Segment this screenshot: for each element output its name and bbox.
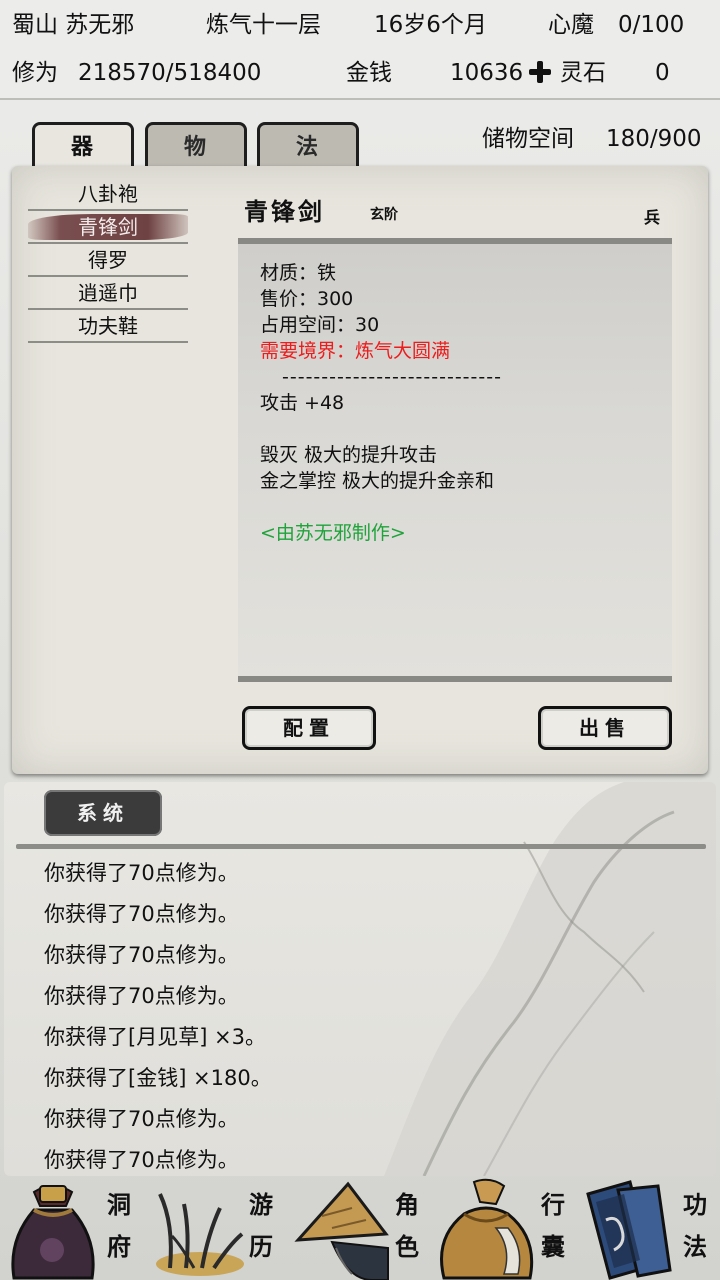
- nav-cave-residence[interactable]: 洞府: [0, 1178, 144, 1280]
- nav-inventory[interactable]: 行囊: [432, 1178, 576, 1280]
- nav-label: 游历: [249, 1190, 273, 1261]
- log-entry: 你获得了[金钱] ×180。: [44, 1066, 272, 1090]
- item-detail-box: 材质：铁 售价：300 占用空间：30 需要境界：炼气大圆满 ---------…: [238, 238, 672, 682]
- spirit-stone-icon: [529, 58, 551, 88]
- divider: ----------------------------: [282, 366, 502, 388]
- item-effect: 金之掌控 极大的提升金亲和: [260, 470, 495, 492]
- item-maker: <由苏无邪制作>: [260, 522, 406, 544]
- player-age: 16岁6个月: [374, 12, 487, 38]
- log-entry: 你获得了70点修为。: [44, 902, 239, 926]
- equip-button[interactable]: 配置: [242, 706, 376, 750]
- cultivation-label: 修为: [12, 60, 58, 86]
- money-value: 10636: [450, 60, 524, 86]
- item-space: 占用空间：30: [260, 314, 380, 336]
- item-grade: 玄阶: [370, 207, 398, 223]
- log-entry: 你获得了[月见草] ×3。: [44, 1025, 267, 1049]
- tab-system[interactable]: 系统: [44, 790, 162, 836]
- list-item-selected[interactable]: 青锋剑: [28, 211, 188, 244]
- sell-button[interactable]: 出售: [538, 706, 672, 750]
- list-item[interactable]: 功夫鞋: [28, 310, 188, 343]
- nav-travel[interactable]: 游历: [144, 1178, 288, 1280]
- scroll-books-icon: [586, 1180, 672, 1280]
- item-requirement: 需要境界：炼气大圆满: [260, 340, 451, 362]
- list-item[interactable]: 八卦袍: [28, 178, 188, 211]
- item-title: 青锋剑: [244, 197, 325, 226]
- grass-icon: [156, 1193, 244, 1276]
- status-bar: 蜀山 苏无邪 炼气十一层 16岁6个月 心魔 0/100 修为 218570/5…: [0, 0, 720, 100]
- bottom-nav: 洞府 游历 角色 行 囊 功 法: [0, 1178, 720, 1280]
- demon-label: 心魔: [548, 12, 594, 38]
- ink-mountain-illustration: [384, 782, 716, 1176]
- player-name: 蜀山 苏无邪: [12, 12, 135, 38]
- nav-label: 行囊: [541, 1190, 565, 1261]
- item-attack: 攻击 +48: [260, 392, 345, 414]
- item-material: 材质：铁: [260, 262, 337, 284]
- tab-items[interactable]: 物: [145, 122, 247, 168]
- inventory-panel: 八卦袍 青锋剑 得罗 逍遥巾 功夫鞋 青锋剑 玄阶 兵 材质：铁 售价：300 …: [12, 166, 708, 774]
- nav-label: 洞府: [107, 1190, 131, 1261]
- spirit-stone-value: 0: [655, 60, 670, 86]
- log-entry: 你获得了70点修为。: [44, 1107, 239, 1131]
- nav-techniques[interactable]: 功法: [576, 1178, 720, 1280]
- straw-hat-icon: [294, 1181, 389, 1280]
- log-entry: 你获得了70点修为。: [44, 1148, 239, 1172]
- tab-equipment[interactable]: 器: [32, 122, 134, 168]
- log-entry: 你获得了70点修为。: [44, 984, 239, 1008]
- item-effect: 毁灭 极大的提升攻击: [260, 444, 438, 466]
- item-list: 八卦袍 青锋剑 得罗 逍遥巾 功夫鞋: [28, 178, 188, 343]
- storage-value: 180/900: [606, 126, 702, 152]
- realm-level: 炼气十一层: [206, 12, 321, 38]
- system-log-panel: 系统 你获得了70点修为。 你获得了70点修为。 你获得了70点修为。 你获得了…: [4, 782, 716, 1176]
- treasure-bag-icon: [11, 1185, 95, 1280]
- list-item[interactable]: 逍遥巾: [28, 277, 188, 310]
- log-entry: 你获得了70点修为。: [44, 861, 239, 885]
- nav-label: 角色: [395, 1190, 419, 1261]
- money-label: 金钱: [346, 60, 392, 86]
- item-type: 兵: [644, 208, 661, 227]
- nav-label: 功法: [683, 1190, 707, 1261]
- storage-label: 储物空间: [482, 126, 574, 152]
- demon-value: 0/100: [618, 12, 685, 38]
- nav-character[interactable]: 角色: [288, 1178, 432, 1280]
- item-price: 售价：300: [260, 288, 354, 310]
- log-entry: 你获得了70点修为。: [44, 943, 239, 967]
- cultivation-value: 218570/518400: [78, 60, 262, 86]
- list-item[interactable]: 得罗: [28, 244, 188, 277]
- cloth-bundle-icon: [440, 1178, 534, 1280]
- spirit-stone-label: 灵石: [560, 60, 606, 86]
- divider: [16, 844, 706, 849]
- tab-techniques[interactable]: 法: [257, 122, 359, 168]
